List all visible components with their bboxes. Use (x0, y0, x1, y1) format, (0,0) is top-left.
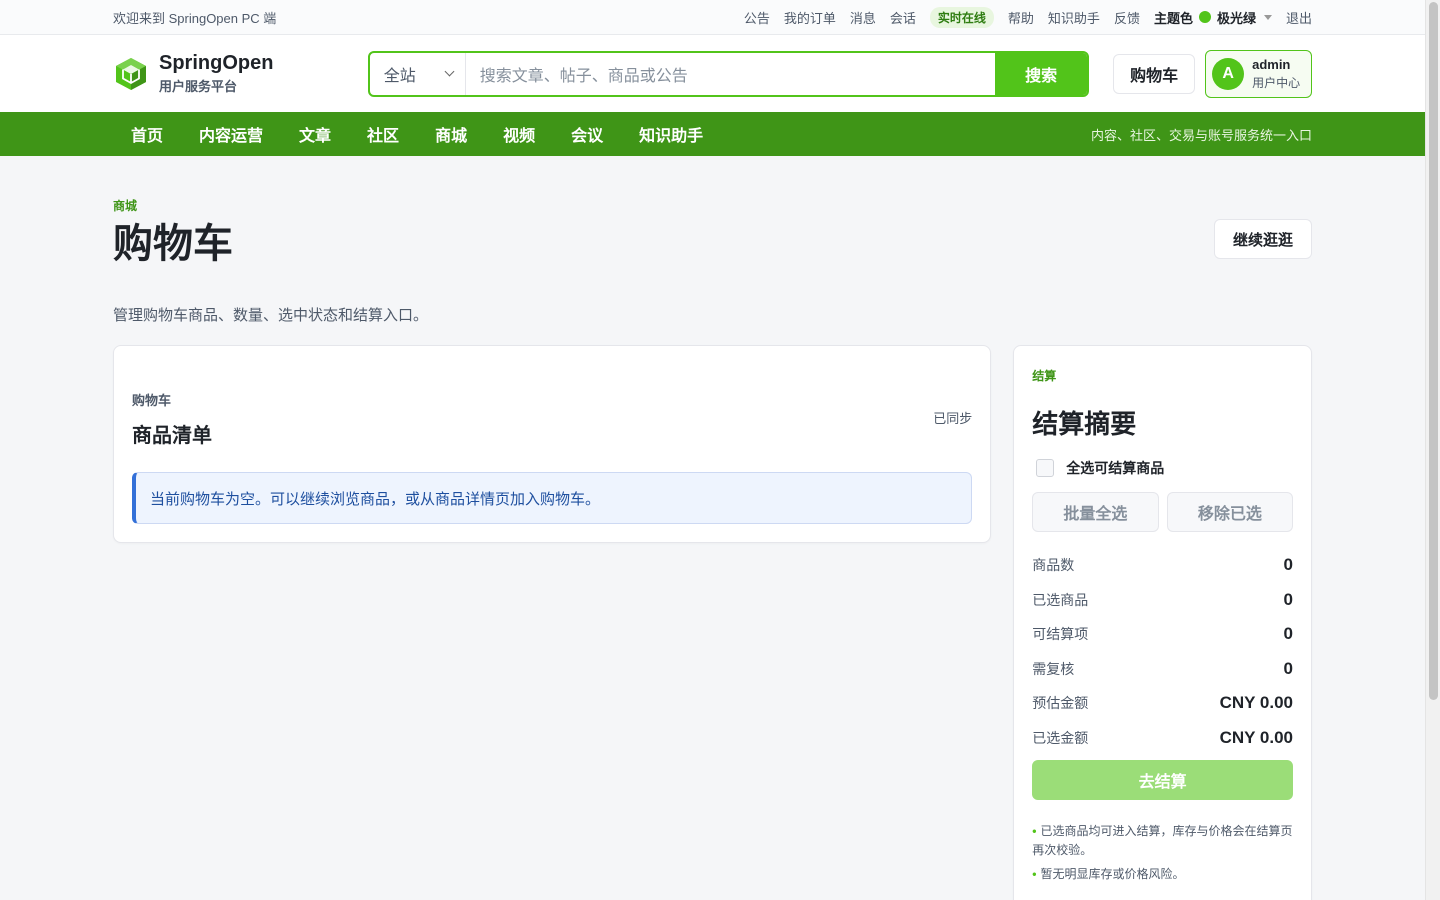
scrollbar-thumb[interactable] (1429, 2, 1438, 700)
welcome-text: 欢迎来到 SpringOpen PC 端 (113, 10, 277, 26)
nav-item-knowledge-assistant[interactable]: 知识助手 (621, 122, 721, 146)
summary-heading: 结算摘要 (1032, 409, 1137, 439)
stat-row: 已选商品 0 (1032, 583, 1293, 618)
chevron-down-icon (444, 66, 455, 77)
search-scope-select[interactable]: 全站 (370, 52, 466, 95)
user-center-label: 用户中心 (1252, 75, 1301, 90)
checkout-button[interactable]: 去结算 (1032, 760, 1293, 800)
search-button[interactable]: 搜索 (995, 52, 1088, 95)
stat-row: 已选金额 CNY 0.00 (1032, 721, 1293, 756)
select-all-checkbox[interactable] (1036, 459, 1055, 477)
theme-selector[interactable]: 主题色 极光绿 (1154, 8, 1272, 27)
stat-row: 可结算项 0 (1032, 617, 1293, 652)
brand-logo[interactable]: SpringOpen 用户服务平台 (113, 53, 368, 95)
note-item: 已选商品均可进入结算，库存与价格会在结算页再次校验。 (1032, 822, 1293, 860)
nav-item-community[interactable]: 社区 (349, 122, 417, 146)
stat-label: 可结算项 (1032, 626, 1089, 643)
breadcrumb[interactable]: 商城 (113, 197, 1312, 214)
avatar: A (1212, 57, 1245, 90)
link-messages[interactable]: 消息 (850, 8, 876, 27)
caret-down-icon (1263, 14, 1272, 20)
link-feedback[interactable]: 反馈 (1114, 8, 1140, 27)
stat-value: 0 (1283, 624, 1293, 644)
stat-label: 商品数 (1032, 557, 1075, 574)
stat-label: 需复核 (1032, 660, 1075, 677)
nav-item-articles[interactable]: 文章 (281, 122, 349, 146)
select-all-label: 全选可结算商品 (1066, 460, 1165, 476)
link-knowledge-assistant[interactable]: 知识助手 (1048, 8, 1100, 27)
top-links: 公告 我的订单 消息 会话 实时在线 帮助 知识助手 反馈 主题色 极光绿 退出 (744, 6, 1312, 28)
cart-list-label: 购物车 (132, 393, 172, 408)
page-title: 购物车 (113, 222, 233, 266)
stat-value: 0 (1283, 555, 1293, 575)
stat-value: 0 (1283, 658, 1293, 678)
nav-item-content-ops[interactable]: 内容运营 (181, 122, 281, 146)
main-nav: 首页 内容运营 文章 社区 商城 视频 会议 知识助手 内容、社区、交易与账号服… (0, 112, 1425, 156)
username: admin (1252, 56, 1291, 72)
header: SpringOpen 用户服务平台 全站 搜索文章、帖子、商品或公告 搜索 购物… (0, 35, 1425, 112)
cart-list-card: 购物车 商品清单 已同步 当前购物车为空。可以继续浏览商品，或从商品详情页加入购… (113, 345, 992, 543)
top-bar: 欢迎来到 SpringOpen PC 端 公告 我的订单 消息 会话 实时在线 … (0, 0, 1425, 35)
continue-shopping-button[interactable]: 继续逛逛 (1214, 219, 1312, 259)
empty-cart-alert: 当前购物车为空。可以继续浏览商品，或从商品详情页加入购物车。 (132, 472, 973, 524)
link-conversations[interactable]: 会话 (890, 8, 916, 27)
page-root: 欢迎来到 SpringOpen PC 端 公告 我的订单 消息 会话 实时在线 … (0, 0, 1425, 900)
brand-subtitle: 用户服务平台 (159, 78, 238, 94)
nav-item-mall[interactable]: 商城 (417, 122, 485, 146)
nav-item-home[interactable]: 首页 (113, 122, 181, 146)
cart-list-heading: 商品清单 (132, 425, 212, 447)
link-my-orders[interactable]: 我的订单 (784, 8, 836, 27)
link-announcements[interactable]: 公告 (744, 8, 770, 27)
stat-row: 需复核 0 (1032, 652, 1293, 687)
nav-item-video[interactable]: 视频 (485, 122, 553, 146)
search-input[interactable]: 搜索文章、帖子、商品或公告 (466, 53, 995, 95)
theme-value: 极光绿 (1216, 10, 1256, 26)
batch-select-button[interactable]: 批量全选 (1032, 492, 1159, 532)
cube-logo-icon (116, 57, 146, 90)
stat-row: 预估金额 CNY 0.00 (1032, 686, 1293, 721)
nav-item-meetings[interactable]: 会议 (553, 122, 621, 146)
theme-color-dot-icon (1198, 11, 1211, 23)
summary-notes: 已选商品均可进入结算，库存与价格会在结算页再次校验。 暂无明显库存或价格风险。 (1032, 822, 1293, 884)
stat-value: CNY 0.00 (1219, 693, 1293, 713)
main-content: 商城 购物车 继续逛逛 管理购物车商品、数量、选中状态和结算入口。 购物车 商品… (0, 197, 1425, 900)
theme-label: 主题色 (1153, 10, 1193, 26)
stat-label: 预估金额 (1032, 695, 1089, 712)
nav-tagline: 内容、社区、交易与账号服务统一入口 (1090, 127, 1312, 143)
stat-label: 已选金额 (1032, 729, 1089, 746)
sync-status: 已同步 (933, 411, 973, 426)
online-status-badge: 实时在线 (929, 6, 994, 28)
summary-tag: 结算 (1032, 369, 1057, 383)
logout-link[interactable]: 退出 (1286, 8, 1312, 27)
select-all-row[interactable]: 全选可结算商品 (1032, 458, 1293, 478)
user-menu[interactable]: A admin 用户中心 (1205, 49, 1312, 98)
search-scope-value: 全站 (383, 67, 416, 85)
brand-name: SpringOpen (159, 51, 274, 74)
page-scrollbar[interactable] (1425, 0, 1440, 900)
remove-selected-button[interactable]: 移除已选 (1166, 492, 1294, 532)
stat-value: CNY 0.00 (1219, 727, 1293, 747)
link-help[interactable]: 帮助 (1008, 8, 1034, 27)
note-item: 暂无明显库存或价格风险。 (1032, 865, 1293, 884)
checkout-summary-card: 结算 结算摘要 全选可结算商品 批量全选 移除已选 商品数 0 已选商品 0 可… (1013, 345, 1312, 900)
search-bar: 全站 搜索文章、帖子、商品或公告 搜索 (367, 50, 1090, 97)
stat-row: 商品数 0 (1032, 548, 1293, 583)
summary-stats: 商品数 0 已选商品 0 可结算项 0 需复核 0 预估金额 CNY 0.00 … (1032, 548, 1293, 755)
cart-button[interactable]: 购物车 (1113, 53, 1196, 94)
stat-value: 0 (1283, 589, 1293, 609)
stat-label: 已选商品 (1032, 591, 1089, 608)
page-description: 管理购物车商品、数量、选中状态和结算入口。 (113, 307, 429, 324)
